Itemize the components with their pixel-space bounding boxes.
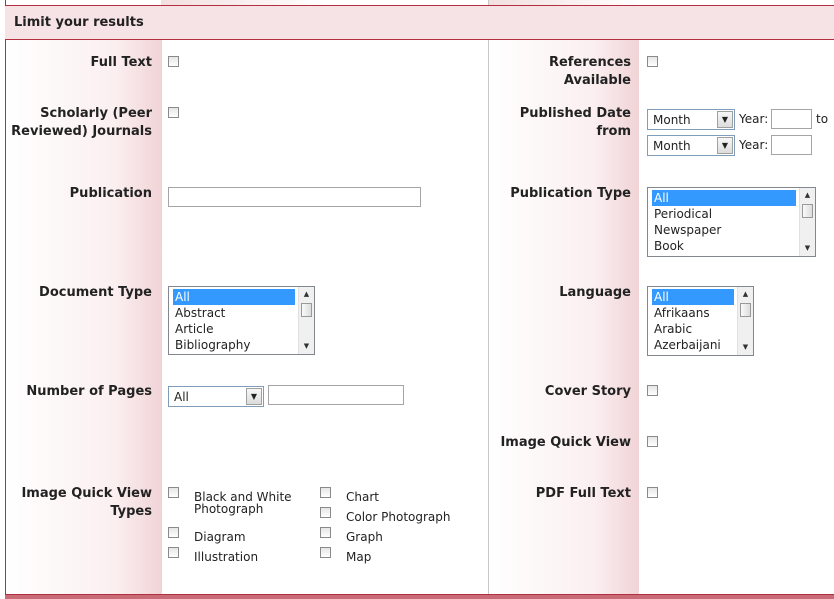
diagram-checkbox[interactable] (168, 527, 179, 538)
chevron-down-icon[interactable]: ▼ (717, 137, 733, 154)
scholarly-label-line2: Reviewed) Journals (11, 124, 152, 139)
bottom-border (5, 594, 834, 599)
illustration-label: Illustration (194, 550, 259, 564)
chart-label: Chart (346, 490, 379, 504)
map-label: Map (346, 550, 372, 564)
document-type-option[interactable]: Article (173, 321, 214, 337)
scroll-thumb[interactable] (802, 204, 813, 218)
number-of-pages-label: Number of Pages (26, 384, 152, 399)
cover-story-label: Cover Story (544, 384, 631, 399)
panel-title: Limit your results (14, 15, 144, 30)
iqv-types-label-line2: Types (110, 504, 152, 519)
publication-type-label: Publication Type (510, 186, 631, 201)
number-of-pages-select[interactable]: All ▼ (168, 386, 264, 407)
publication-label: Publication (69, 186, 152, 201)
scroll-thumb[interactable] (301, 303, 312, 317)
chart-checkbox[interactable] (320, 487, 331, 498)
scroll-thumb[interactable] (740, 303, 751, 317)
scroll-down-icon[interactable]: ▼ (299, 339, 314, 354)
graph-label: Graph (346, 530, 383, 544)
month-from-value: Month (653, 113, 691, 127)
image-quick-view-checkbox[interactable] (647, 436, 658, 447)
publication-type-option[interactable]: All (652, 190, 796, 206)
black-white-photo-line2: Photograph (194, 502, 264, 516)
language-option[interactable]: Afrikaans (652, 305, 710, 321)
publication-type-listbox[interactable]: All Periodical Newspaper Book ▲ ▼ (647, 187, 816, 257)
full-text-checkbox[interactable] (168, 56, 179, 67)
scroll-down-icon[interactable]: ▼ (800, 241, 815, 256)
scholarly-label-line1: Scholarly (Peer (40, 106, 152, 121)
publication-type-option[interactable]: Periodical (652, 206, 712, 222)
pdf-full-text-checkbox[interactable] (647, 487, 658, 498)
language-label: Language (559, 285, 631, 300)
month-to-select[interactable]: Month ▼ (647, 135, 735, 156)
black-white-photo-label: Black and White Photograph (194, 491, 292, 515)
language-option[interactable]: Arabic (652, 321, 692, 337)
iqv-types-label-line1: Image Quick View (21, 486, 152, 501)
to-label: to (816, 112, 829, 126)
document-type-scrollbar[interactable]: ▲ ▼ (298, 287, 314, 354)
chevron-down-icon[interactable]: ▼ (246, 388, 262, 405)
color-photo-label: Color Photograph (346, 510, 451, 524)
iqv-types-label: Image Quick View Types (6, 485, 152, 521)
document-type-option[interactable]: All (173, 289, 295, 305)
image-quick-view-label: Image Quick View (500, 435, 631, 450)
full-text-label: Full Text (90, 55, 152, 70)
publication-type-scrollbar[interactable]: ▲ ▼ (799, 188, 815, 256)
year-from-label: Year: (739, 112, 769, 126)
publication-type-option[interactable]: Book (652, 238, 684, 254)
color-photo-checkbox[interactable] (320, 507, 331, 518)
references-checkbox[interactable] (647, 56, 658, 67)
graph-checkbox[interactable] (320, 527, 331, 538)
year-to-input[interactable] (771, 135, 812, 155)
language-option[interactable]: Azerbaijani (652, 337, 721, 353)
month-to-value: Month (653, 139, 691, 153)
references-label: References Available (548, 55, 631, 88)
panel-header: Limit your results (5, 5, 834, 40)
black-white-photo-checkbox[interactable] (168, 487, 179, 498)
document-type-option[interactable]: Bibliography (173, 337, 250, 353)
chevron-down-icon[interactable]: ▼ (717, 111, 733, 128)
publication-type-option[interactable]: Newspaper (652, 222, 721, 238)
number-of-pages-input[interactable] (268, 385, 404, 405)
scroll-up-icon[interactable]: ▲ (738, 287, 753, 302)
scholarly-checkbox[interactable] (168, 107, 179, 118)
language-scrollbar[interactable]: ▲ ▼ (737, 287, 753, 355)
year-to-label: Year: (739, 138, 769, 152)
language-listbox[interactable]: All Afrikaans Arabic Azerbaijani ▲ ▼ (647, 286, 754, 356)
document-type-option[interactable]: Abstract (173, 305, 225, 321)
published-date-label: Published Date from (519, 106, 631, 139)
cover-story-checkbox[interactable] (647, 385, 658, 396)
scholarly-label: Scholarly (Peer Reviewed) Journals (6, 105, 152, 141)
publication-input[interactable] (168, 187, 421, 207)
year-from-input[interactable] (771, 109, 812, 129)
pdf-full-text-label: PDF Full Text (535, 486, 631, 501)
month-from-select[interactable]: Month ▼ (647, 109, 735, 130)
illustration-checkbox[interactable] (168, 547, 179, 558)
number-of-pages-select-value: All (174, 390, 189, 404)
scroll-up-icon[interactable]: ▲ (800, 188, 815, 203)
document-type-label: Document Type (39, 285, 152, 300)
language-option[interactable]: All (652, 289, 734, 305)
diagram-label: Diagram (194, 530, 246, 544)
scroll-up-icon[interactable]: ▲ (299, 287, 314, 302)
document-type-listbox[interactable]: All Abstract Article Bibliography ▲ ▼ (168, 286, 315, 355)
scroll-down-icon[interactable]: ▼ (738, 340, 753, 355)
map-checkbox[interactable] (320, 547, 331, 558)
